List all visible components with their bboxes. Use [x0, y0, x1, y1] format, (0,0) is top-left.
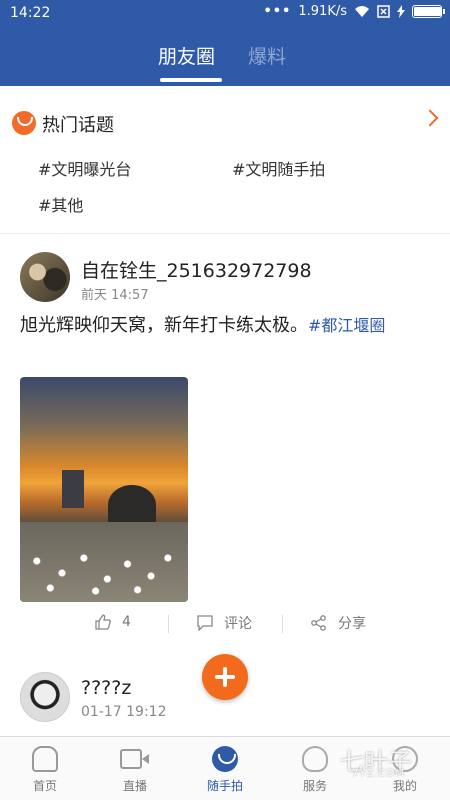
post-image[interactable] — [20, 377, 188, 602]
comment-button[interactable]: 评论 — [196, 613, 252, 633]
app-header: 14:22 ••• 1.91K/s 朋友圈 爆料 — [0, 0, 450, 86]
action-divider — [168, 615, 169, 633]
status-time: 14:22 — [10, 5, 51, 21]
nav-item-home[interactable]: 首页 — [0, 737, 90, 800]
topic-tag[interactable]: #其他 — [38, 192, 83, 216]
nav-item-snapshot[interactable]: 随手拍 — [180, 737, 270, 800]
post-actions: 4 评论 分享 — [0, 609, 450, 639]
nav-label: 首页 — [32, 779, 57, 793]
like-button[interactable]: 4 — [94, 613, 131, 631]
sim-icon — [377, 5, 390, 18]
share-button[interactable]: 分享 — [310, 613, 366, 633]
avatar[interactable] — [20, 252, 70, 302]
chevron-right-icon[interactable] — [421, 109, 439, 127]
add-post-button[interactable] — [202, 654, 248, 700]
services-icon — [302, 746, 328, 772]
more-dots-icon: ••• — [263, 4, 292, 19]
share-icon — [311, 615, 326, 631]
nav-label: 直播 — [122, 779, 147, 793]
share-label: 分享 — [338, 616, 366, 632]
snapshot-logo-icon — [212, 746, 238, 772]
avatar[interactable] — [20, 672, 70, 722]
hot-topics-section: 热门话题 #文明曝光台 #文明随手拍 #其他 — [0, 86, 450, 234]
wifi-icon — [355, 6, 369, 17]
action-divider — [282, 615, 283, 633]
battery-icon — [412, 5, 445, 18]
nav-item-live[interactable]: 直播 — [90, 737, 180, 800]
watermark-sub: 7YZ.COM — [352, 768, 405, 779]
topic-tag[interactable]: #文明曝光台 — [38, 156, 131, 180]
post-text: 旭光辉映仰天窝，新年打卡练太极。#都江堰圈 — [20, 313, 435, 339]
nav-label: 我的 — [392, 779, 417, 793]
post-time: 前天 14:57 — [81, 288, 149, 303]
charging-icon — [397, 5, 405, 18]
network-speed: 1.91K/s — [298, 4, 347, 19]
hot-topics-title: 热门话题 — [42, 115, 114, 136]
comment-icon — [197, 615, 213, 632]
home-icon — [32, 746, 58, 772]
video-camera-icon — [120, 749, 142, 769]
post-body: 旭光辉映仰天窝，新年打卡练太极。 — [20, 315, 308, 336]
post-topic-tag[interactable]: #都江堰圈 — [308, 316, 385, 335]
hot-topics-logo-icon — [12, 111, 36, 135]
like-count: 4 — [122, 614, 131, 630]
tab-breaking-news[interactable]: 爆料 — [248, 42, 286, 69]
nav-label: 服务 — [302, 779, 327, 793]
thumbs-up-icon — [95, 614, 111, 630]
top-tabs: 朋友圈 爆料 — [0, 40, 450, 86]
post-time: 01-17 19:12 — [81, 704, 167, 720]
tab-friends-circle[interactable]: 朋友圈 — [158, 42, 215, 69]
active-tab-indicator — [160, 78, 222, 82]
nav-label: 随手拍 — [206, 779, 243, 793]
post-username[interactable]: ????z — [81, 677, 131, 699]
topic-tag[interactable]: #文明随手拍 — [232, 156, 325, 180]
status-bar: 14:22 ••• 1.91K/s — [0, 0, 450, 28]
comment-label: 评论 — [224, 616, 252, 632]
status-icons: ••• 1.91K/s — [263, 4, 445, 19]
post-username[interactable]: 自在铨生_251632972798 — [81, 256, 312, 283]
